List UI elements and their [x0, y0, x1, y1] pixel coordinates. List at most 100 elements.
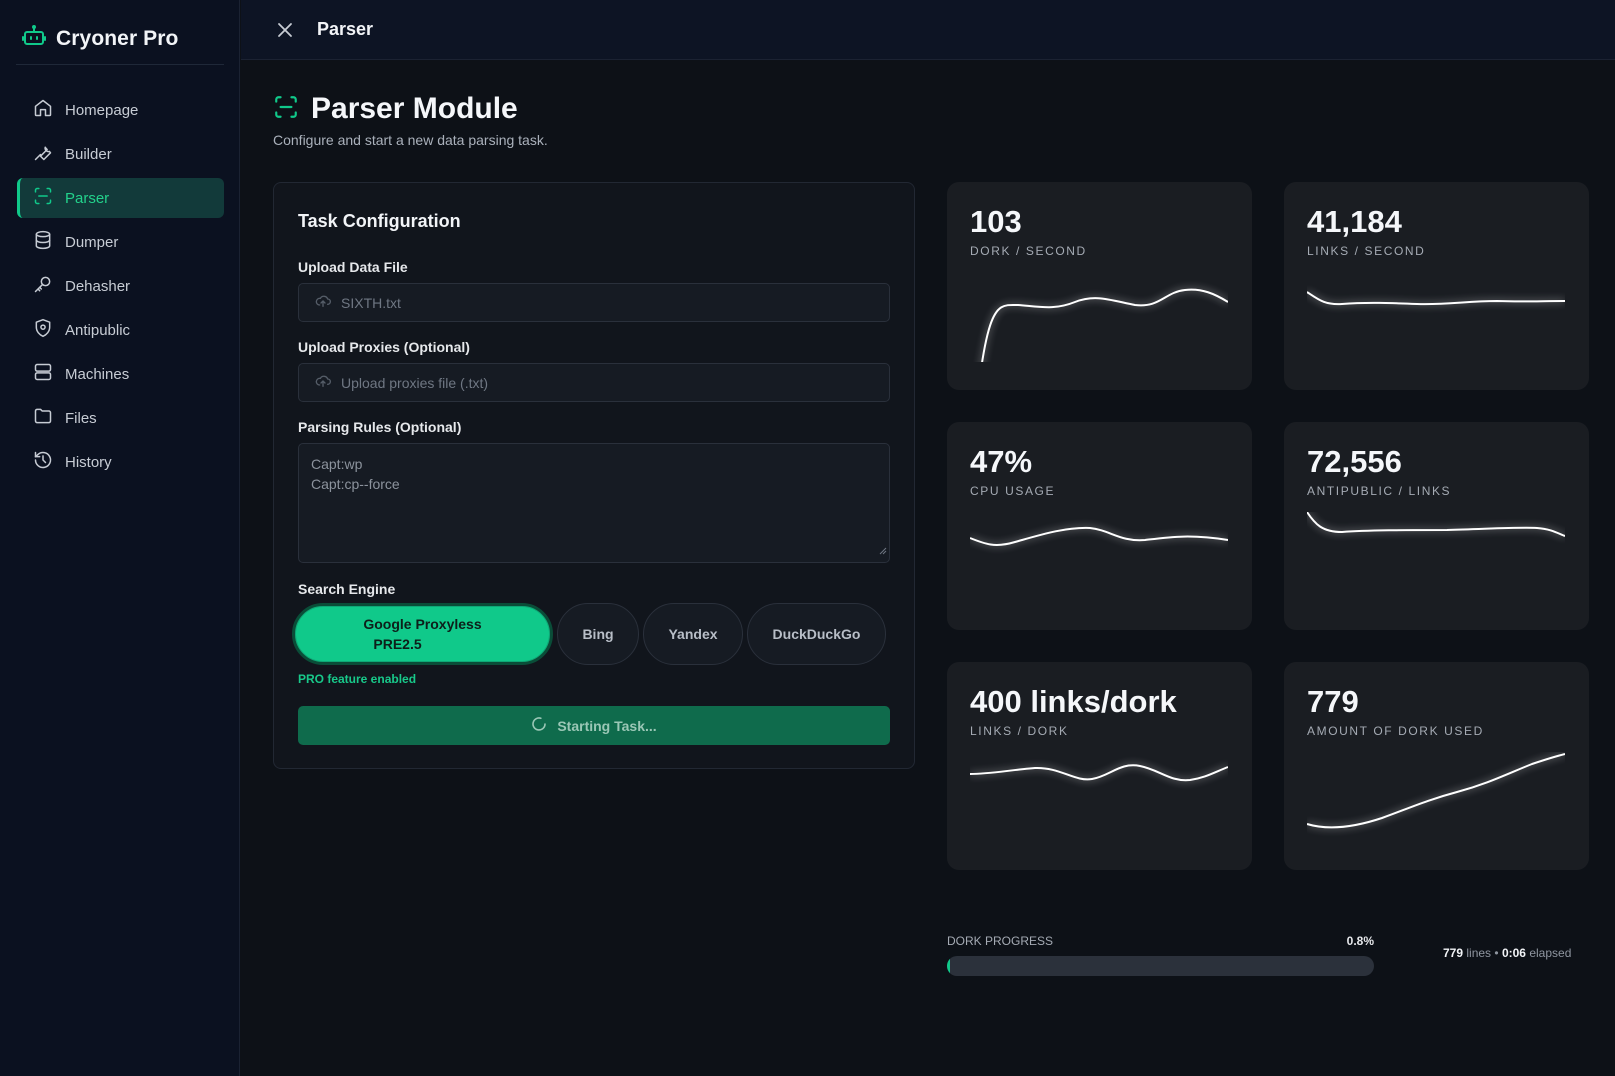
resize-grip-icon[interactable] [879, 540, 887, 560]
sparkline [970, 526, 1228, 546]
stat-label: LINKS / SECOND [1307, 244, 1426, 258]
progress-fill [947, 956, 951, 976]
proxies-placeholder: Upload proxies file (.txt) [341, 374, 489, 391]
lines-unit: lines [1466, 946, 1492, 960]
stat-label: ANTIPUBLIC / LINKS [1307, 484, 1452, 498]
sparkline [981, 288, 1228, 362]
separator-dot: • [1494, 946, 1502, 960]
engine-bing[interactable]: Bing [557, 603, 639, 665]
engine-label-line2: PRE2.5 [373, 636, 422, 652]
stat-value: 72,556 [1307, 444, 1402, 479]
page-subtitle: Configure and start a new data parsing t… [273, 132, 548, 148]
start-task-label: Starting Task... [557, 717, 657, 734]
upload-cloud-icon [315, 373, 331, 392]
sidebar-item-machines[interactable]: Machines [17, 354, 224, 394]
sidebar-item-label: Builder [65, 145, 112, 163]
spinner-icon [531, 716, 547, 735]
page-header: Parser Module Configure and start a new … [273, 92, 548, 148]
scan-icon [33, 186, 53, 210]
stat-value: 400 links/dork [970, 684, 1177, 719]
progress-percent: 0.8% [1346, 934, 1374, 948]
sidebar-item-dehasher[interactable]: Dehasher [17, 266, 224, 306]
data-file-label: Upload Data File [298, 259, 408, 275]
sidebar-item-parser[interactable]: Parser [17, 178, 224, 218]
wrench-icon [33, 142, 53, 166]
engine-duckduckgo[interactable]: DuckDuckGo [747, 603, 886, 665]
progress-track [947, 956, 1374, 976]
home-icon [33, 98, 53, 122]
brand[interactable]: Cryoner Pro [22, 24, 178, 53]
sidebar-item-antipublic[interactable]: Antipublic [17, 310, 224, 350]
data-file-input[interactable]: SIXTH.txt [298, 283, 890, 322]
rule-line: Capt:cp--force [311, 476, 400, 492]
upload-cloud-icon [315, 293, 331, 312]
stat-card-dork-used: 779 AMOUNT OF DORK USED [1284, 662, 1589, 870]
sidebar-item-builder[interactable]: Builder [17, 134, 224, 174]
stat-card-dork-per-second: 103 DORK / SECOND [947, 182, 1252, 390]
sidebar-item-label: Machines [65, 365, 130, 383]
stat-value: 103 [970, 204, 1022, 239]
folder-icon [33, 406, 53, 430]
parsing-rules-label: Parsing Rules (Optional) [298, 419, 462, 435]
proxies-label: Upload Proxies (Optional) [298, 339, 470, 355]
stat-card-links-per-second: 41,184 LINKS / SECOND [1284, 182, 1589, 390]
topbar: Parser [241, 0, 1615, 60]
start-task-button[interactable]: Starting Task... [298, 706, 890, 745]
database-icon [33, 230, 53, 254]
shield-icon [33, 318, 53, 342]
task-configuration-card: Task Configuration Upload Data File SIXT… [273, 182, 915, 769]
sidebar-item-label: History [65, 453, 112, 471]
engine-google-proxyless[interactable]: Google Proxyless PRE2.5 [292, 603, 553, 665]
server-icon [33, 362, 53, 386]
engine-label-line1: Google Proxyless [363, 616, 482, 632]
close-icon[interactable] [275, 20, 295, 40]
pro-feature-note: PRO feature enabled [298, 672, 417, 686]
page-title: Parser Module [311, 92, 518, 125]
history-icon [33, 450, 53, 474]
stat-value: 41,184 [1307, 204, 1402, 239]
stat-label: LINKS / DORK [970, 724, 1069, 738]
search-engine-label: Search Engine [298, 581, 396, 597]
progress-meta: 779 lines • 0:06 elapsed [1443, 946, 1571, 960]
stat-value: 779 [1307, 684, 1359, 719]
parsing-rules-textarea[interactable]: Capt:wp Capt:cp--force [298, 443, 890, 563]
sidebar-item-files[interactable]: Files [17, 398, 224, 438]
topbar-title: Parser [317, 19, 374, 39]
sparkline [1307, 291, 1565, 306]
sidebar-item-dumper[interactable]: Dumper [17, 222, 224, 262]
card-title: Task Configuration [298, 211, 461, 231]
sidebar-nav: Homepage Builder Parser Dumper Dehasher … [17, 90, 224, 486]
robot-logo-icon [22, 24, 46, 53]
sidebar-item-label: Dumper [65, 233, 119, 251]
dork-progress: DORK PROGRESS 0.8% [947, 934, 1374, 976]
key-icon [33, 274, 53, 298]
data-file-value: SIXTH.txt [341, 294, 401, 311]
sparkline [1307, 753, 1565, 829]
engine-yandex[interactable]: Yandex [643, 603, 743, 665]
stat-value: 47% [970, 444, 1033, 479]
scan-icon [273, 94, 299, 125]
sidebar-item-label: Files [65, 409, 97, 427]
sidebar-item-label: Antipublic [65, 321, 131, 339]
sparkline [1307, 512, 1565, 537]
proxies-file-input[interactable]: Upload proxies file (.txt) [298, 363, 890, 402]
search-engine-group: Google Proxyless PRE2.5 Bing Yandex Duck… [292, 603, 890, 665]
stat-card-antipublic-links: 72,556 ANTIPUBLIC / LINKS [1284, 422, 1589, 630]
sidebar-item-homepage[interactable]: Homepage [17, 90, 224, 130]
brand-divider [16, 64, 224, 65]
progress-label: DORK PROGRESS [947, 934, 1054, 948]
sidebar: Cryoner Pro Homepage Builder Parser Dump… [0, 0, 240, 1076]
sidebar-item-label: Parser [65, 189, 110, 207]
stat-label: AMOUNT OF DORK USED [1307, 724, 1484, 738]
rule-line: Capt:wp [311, 456, 363, 472]
sidebar-item-history[interactable]: History [17, 442, 224, 482]
elapsed-unit: elapsed [1529, 946, 1572, 960]
sparkline [970, 764, 1228, 782]
app-name: Cryoner Pro [56, 26, 179, 50]
stat-card-cpu-usage: 47% CPU USAGE [947, 422, 1252, 630]
stat-label: DORK / SECOND [970, 244, 1087, 258]
stat-label: CPU USAGE [970, 484, 1056, 498]
stat-card-links-per-dork: 400 links/dork LINKS / DORK [947, 662, 1252, 870]
sidebar-item-label: Dehasher [65, 277, 131, 295]
elapsed-time: 0:06 [1501, 946, 1526, 960]
